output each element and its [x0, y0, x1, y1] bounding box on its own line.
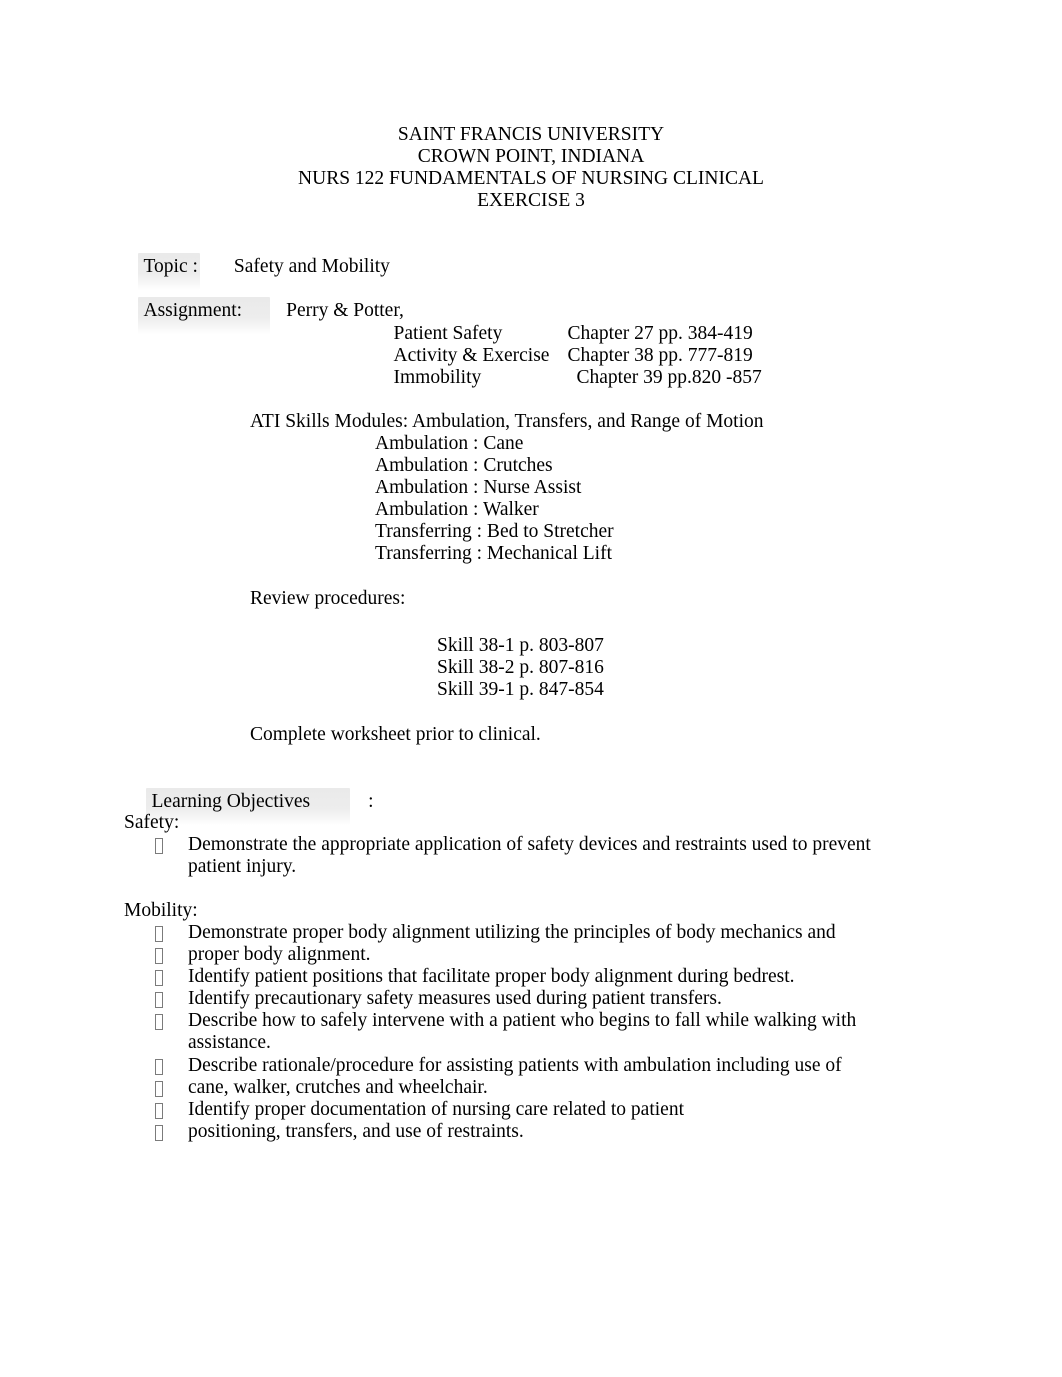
- bullet-icon: [155, 1057, 175, 1079]
- header-line-location: CROWN POINT, INDIANA: [417, 146, 645, 167]
- learning-objectives-colon: :: [368, 791, 374, 812]
- mobility-objective-5: Describe rationale/procedure for assisti…: [155, 1055, 865, 1077]
- document-page: SAINT FRANCIS UNIVERSITY CROWN POINT, IN…: [0, 0, 1062, 1377]
- header-line-university: SAINT FRANCIS UNIVERSITY: [397, 124, 665, 145]
- safety-objective-0: Demonstrate the appropriate application …: [155, 834, 871, 858]
- mobility-objective-6: cane, walker, crutches and wheelchair.: [155, 1077, 865, 1099]
- bullet-icon: [155, 924, 175, 946]
- document-header: SAINT FRANCIS UNIVERSITY CROWN POINT, IN…: [0, 124, 1062, 212]
- bullet-icon: [155, 836, 175, 858]
- safety-objective-0-continuation: patient injury.: [155, 856, 865, 878]
- reading-reference-2: Chapter 39 pp.820 -857: [576, 367, 762, 388]
- mobility-objective-4-continuation: assistance.: [155, 1032, 865, 1054]
- mobility-objective-5-text: Describe rationale/procedure for assisti…: [188, 1055, 842, 1076]
- bullet-icon: [155, 990, 175, 1012]
- ati-module-0: Ambulation : Cane: [375, 433, 524, 454]
- assignment-label: Assignment:: [137, 297, 271, 334]
- ati-module-4: Transferring : Bed to Stretcher: [375, 521, 614, 542]
- bullet-icon: [155, 1123, 175, 1145]
- ati-heading: ATI Skills Modules: Ambulation, Transfer…: [250, 411, 764, 432]
- skill-item-0: Skill 38-1 p. 803-807: [437, 635, 604, 656]
- bullet-icon: [155, 1079, 175, 1101]
- mobility-objective-0: Demonstrate proper body alignment utiliz…: [155, 922, 865, 944]
- mobility-objective-7-text: Identify proper documentation of nursing…: [188, 1099, 684, 1120]
- reading-title-2: Immobility: [393, 367, 482, 388]
- mobility-objective-4-continuation-text: assistance.: [188, 1032, 271, 1053]
- mobility-objective-0-text: Demonstrate proper body alignment utiliz…: [188, 922, 836, 943]
- mobility-section-label: Mobility:: [124, 900, 198, 921]
- mobility-objective-1-text: proper body alignment.: [188, 944, 371, 965]
- mobility-objective-2-text: Identify patient positions that facilita…: [188, 966, 795, 987]
- mobility-objective-8: positioning, transfers, and use of restr…: [155, 1121, 865, 1143]
- review-procedures-heading: Review procedures:: [250, 588, 406, 609]
- mobility-objective-4-text: Describe how to safely intervene with a …: [188, 1010, 857, 1031]
- mobility-objective-1: proper body alignment.: [155, 944, 865, 966]
- bullet-icon: [155, 1101, 175, 1123]
- assignment-row: Assignment: Perry & Potter,: [124, 278, 404, 344]
- topic-value: Safety and Mobility: [233, 256, 390, 277]
- skill-item-1: Skill 38-2 p. 807-816: [437, 657, 604, 678]
- mobility-objective-7: Identify proper documentation of nursing…: [155, 1099, 865, 1121]
- ati-module-3: Ambulation : Walker: [375, 499, 539, 520]
- safety-objective-0-continuation-text: patient injury.: [188, 856, 297, 877]
- bullet-icon: [155, 968, 175, 990]
- mobility-objective-3: Identify precautionary safety measures u…: [155, 988, 865, 1010]
- ati-module-5: Transferring : Mechanical Lift: [375, 543, 612, 564]
- ati-module-2: Ambulation : Nurse Assist: [375, 477, 582, 498]
- mobility-objective-6-text: cane, walker, crutches and wheelchair.: [188, 1077, 488, 1098]
- header-line-course: NURS 122 FUNDAMENTALS OF NURSING CLINICA…: [298, 168, 764, 189]
- mobility-objective-8-text: positioning, transfers, and use of restr…: [188, 1121, 524, 1142]
- skill-item-2: Skill 39-1 p. 847-854: [437, 679, 604, 700]
- worksheet-note: Complete worksheet prior to clinical.: [250, 724, 541, 745]
- mobility-objective-3-text: Identify precautionary safety measures u…: [188, 988, 722, 1009]
- ati-module-1: Ambulation : Crutches: [375, 455, 553, 476]
- bullet-icon: [155, 1012, 175, 1034]
- header-line-exercise: EXERCISE 3: [477, 190, 585, 211]
- mobility-objective-2: Identify patient positions that facilita…: [155, 966, 865, 988]
- bullet-icon: [155, 946, 175, 968]
- reading-row-2: Immobility Chapter 39 pp.820 -857: [374, 345, 762, 411]
- safety-objective-0-text: Demonstrate the appropriate application …: [188, 834, 871, 855]
- mobility-objective-4: Describe how to safely intervene with a …: [155, 1010, 865, 1032]
- safety-section-label: Safety:: [124, 812, 180, 833]
